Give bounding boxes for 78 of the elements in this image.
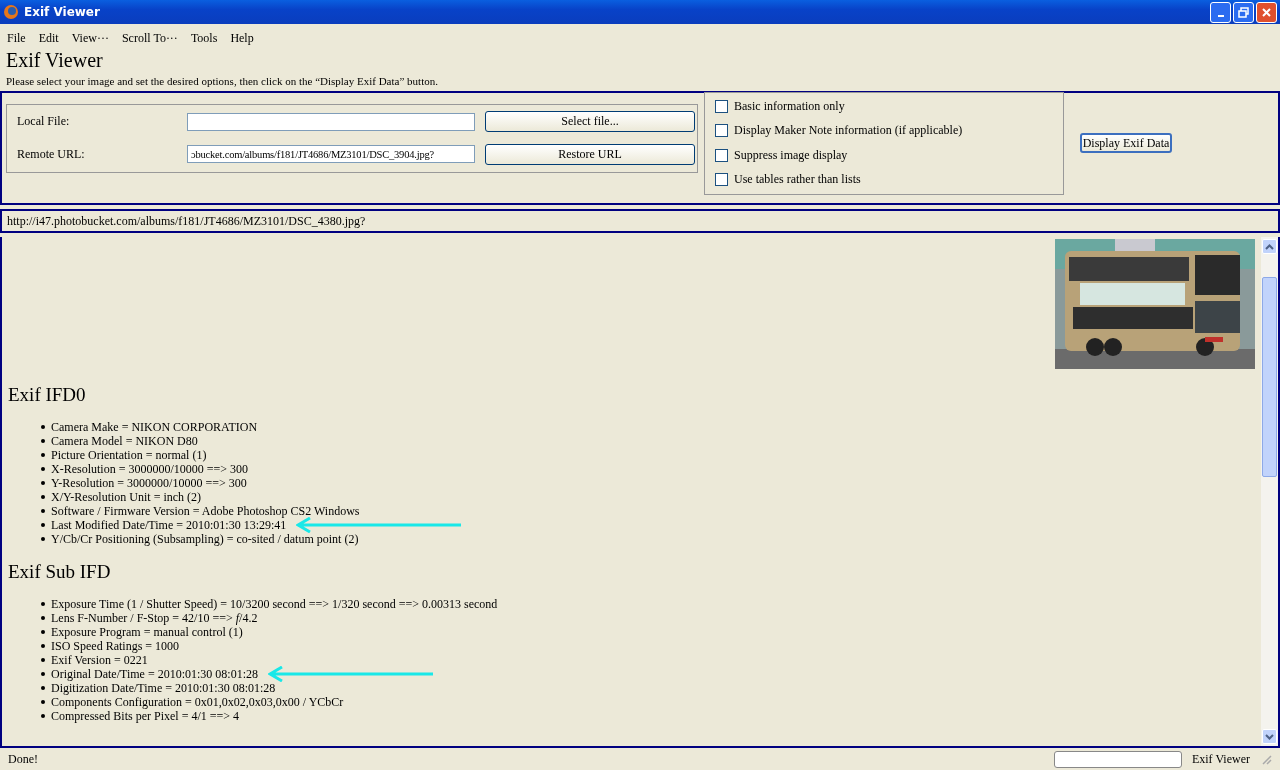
exif-entry: Components Configuration = 0x01,0x02,0x03,0x00 / YCbCr — [51, 694, 344, 710]
bullet-icon — [41, 700, 45, 704]
select-file-button[interactable]: Select file... — [485, 111, 695, 133]
bullet-icon — [41, 453, 45, 457]
arrow-icon — [268, 666, 433, 682]
scroll-down-button[interactable] — [1262, 729, 1277, 744]
instructions-text: Please select your image and set the desired options, then click on the “Display Exif Data” button. — [6, 74, 439, 88]
menu-item[interactable]: Tools — [185, 28, 223, 48]
exif-entry: Camera Model = NIKON D80 — [51, 433, 198, 449]
bullet-icon — [41, 672, 45, 676]
minimize-icon — [1217, 15, 1224, 17]
menu-item[interactable]: File — [2, 28, 31, 48]
close-button[interactable] — [1256, 1, 1277, 23]
close-icon — [1261, 6, 1272, 18]
bullet-icon — [41, 481, 45, 485]
option-label: Suppress image display — [734, 147, 848, 163]
exif-entry: Y/Cb/Cr Positioning (Subsampling) = co-sited / datum point (2) — [51, 531, 359, 547]
bullet-icon — [41, 644, 45, 648]
exif-entry: Y-Resolution = 3000000/10000 ==> 300 — [51, 475, 247, 491]
display-exif-button[interactable]: Display Exif Data — [1080, 133, 1172, 153]
menu-item[interactable]: View··· — [66, 28, 114, 48]
section-heading: Exif IFD0 — [8, 384, 87, 406]
checkbox[interactable] — [715, 148, 728, 162]
exif-entry: Exposure Time (1 / Shutter Speed) = 10/3200 second ==> 1/320 second ==> 0.00313 second — [51, 596, 498, 612]
minimize-button[interactable] — [1210, 1, 1231, 23]
exif-entry: X-Resolution = 3000000/10000 ==> 300 — [51, 461, 249, 477]
local-file-field[interactable] — [187, 112, 475, 131]
restore-url-button[interactable]: Restore URL — [485, 143, 695, 165]
section-heading: Exif Sub IFD — [8, 561, 112, 583]
exif-entry: Picture Orientation = normal (1) — [51, 447, 207, 463]
exif-entry: X/Y-Resolution Unit = inch (2) — [51, 489, 202, 505]
bullet-icon — [41, 602, 45, 606]
exif-entry: Exif Version = 0221 — [51, 652, 148, 668]
local-file-label: Local File: — [17, 114, 71, 130]
bullet-icon — [41, 425, 45, 429]
exif-entry: Last Modified Date/Time = 2010:01:30 13:29:41 — [51, 517, 287, 533]
exif-entry: Compressed Bits per Pixel = 4/1 ==> 4 — [51, 708, 240, 724]
scroll-up-button[interactable] — [1262, 239, 1277, 254]
checkbox[interactable] — [715, 100, 728, 114]
menu-item[interactable]: Help — [225, 28, 259, 48]
exif-entry: Original Date/Time = 2010:01:30 08:01:28 — [51, 666, 258, 682]
menu-item[interactable]: Edit — [33, 28, 64, 48]
bullet-icon — [41, 523, 45, 527]
exif-entry: Lens F-Number / F-Stop = 42/10 ==> f/4.2 — [51, 610, 258, 626]
window-title: Exif Viewer — [24, 5, 101, 19]
remote-url-field[interactable]: ɔbucket.com/albums/f181/JT4686/MZ3101/DSC_3904.jpg? — [187, 145, 475, 164]
app-icon — [3, 4, 19, 20]
bullet-icon — [41, 495, 45, 499]
resize-grip-icon[interactable] — [1260, 753, 1272, 765]
checkbox[interactable] — [715, 172, 728, 186]
checkbox[interactable] — [715, 124, 728, 138]
status-app-name: Exif Viewer — [1191, 751, 1250, 767]
bullet-icon — [41, 616, 45, 620]
option-label: Display Maker Note information (if applicable) — [734, 123, 963, 139]
bullet-icon — [41, 467, 45, 471]
scrollbar-thumb[interactable] — [1262, 276, 1277, 477]
arrow-icon — [296, 517, 462, 533]
exif-entry: Software / Firmware Version = Adobe Photoshop CS2 Windows — [51, 503, 360, 519]
exif-entry: Camera Make = NIKON CORPORATION — [51, 419, 258, 435]
exif-entry: ISO Speed Ratings = 1000 — [51, 638, 180, 654]
bullet-icon — [41, 509, 45, 513]
status-message: Done! — [8, 751, 39, 767]
bullet-icon — [41, 439, 45, 443]
bullet-icon — [41, 658, 45, 662]
bullet-icon — [41, 686, 45, 690]
bullet-icon — [41, 630, 45, 634]
menu-item[interactable]: Scroll To··· — [116, 28, 183, 48]
image-url: http://i47.photobucket.com/albums/f181/JT4686/MZ3101/DSC_4380.jpg? — [7, 213, 366, 229]
page-heading: Exif Viewer — [6, 48, 104, 72]
exif-entry: Digitization Date/Time = 2010:01:30 08:01:28 — [51, 680, 276, 696]
remote-url-label: Remote URL: — [17, 146, 86, 162]
option-label: Use tables rather than lists — [734, 171, 861, 187]
exif-entry: Exposure Program = manual control (1) — [51, 624, 243, 640]
option-label: Basic information only — [734, 99, 845, 115]
maximize-icon — [1238, 6, 1249, 18]
bullet-icon — [41, 714, 45, 718]
maximize-button[interactable] — [1233, 1, 1254, 23]
bullet-icon — [41, 537, 45, 541]
